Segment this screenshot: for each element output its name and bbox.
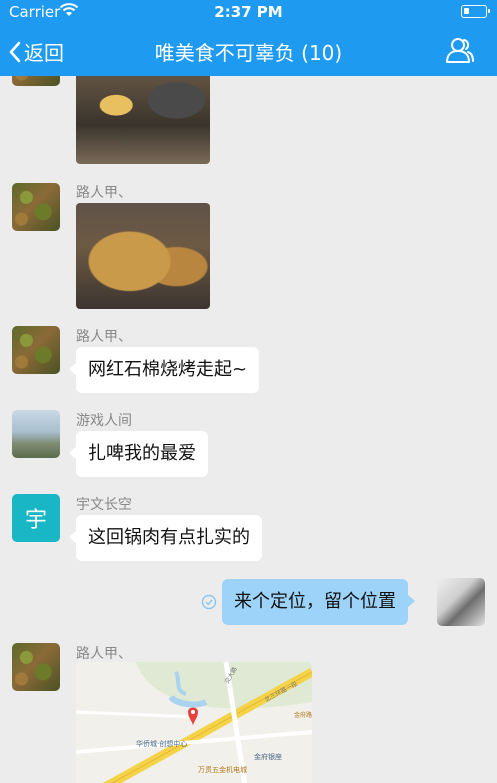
- map-image: 华侨城·创想中心 万贯五金机电城 金府银座 北三环路一段 金府路 交大路: [76, 662, 312, 783]
- avatar[interactable]: [12, 326, 60, 374]
- sender-name: 路人甲、: [76, 329, 132, 345]
- sent-check-icon: [201, 594, 217, 610]
- location-map-message[interactable]: 华侨城·创想中心 万贯五金机电城 金府银座 北三环路一段 金府路 交大路: [76, 662, 312, 783]
- map-label: 金府路: [294, 711, 312, 719]
- map-label: 金府银座: [254, 752, 282, 761]
- avatar-self[interactable]: [437, 578, 485, 626]
- nav-bar: 返回 唯美食不可辜负 (10): [0, 30, 497, 72]
- avatar[interactable]: [12, 183, 60, 231]
- avatar[interactable]: [12, 410, 60, 458]
- sender-name: 宇文长空: [76, 497, 132, 513]
- avatar[interactable]: 宇: [12, 494, 60, 542]
- status-time: 2:37 PM: [214, 3, 283, 21]
- avatar[interactable]: [12, 643, 60, 691]
- sender-name: 路人甲、: [76, 646, 132, 662]
- image-message[interactable]: [76, 203, 210, 309]
- message-bubble[interactable]: 扎啤我的最爱: [69, 431, 208, 477]
- status-bar: Carrier 2:37 PM: [0, 0, 497, 24]
- avatar[interactable]: [12, 76, 60, 86]
- app-header: Carrier 2:37 PM 返回 唯美食不可辜负 (10): [0, 0, 497, 76]
- message-bubble-self[interactable]: 来个定位，留个位置: [222, 579, 415, 625]
- battery-icon: [461, 5, 490, 18]
- sender-name: 游戏人间: [76, 413, 132, 429]
- map-label: 华侨城·创想中心: [136, 739, 187, 748]
- chat-message-list[interactable]: 路人甲、 路人甲、 网红石棉烧烤走起~ 游戏人间 扎啤我的最爱 宇 宇文长空 这…: [0, 76, 497, 783]
- image-message[interactable]: [76, 76, 210, 164]
- message-bubble[interactable]: 这回锅肉有点扎实的: [69, 515, 262, 561]
- group-members-icon[interactable]: [445, 36, 475, 64]
- chat-title: 唯美食不可辜负 (10): [154, 41, 343, 65]
- sender-name: 路人甲、: [76, 185, 132, 201]
- message-bubble[interactable]: 网红石棉烧烤走起~: [68, 347, 260, 393]
- map-label: 万贯五金机电城: [198, 765, 247, 774]
